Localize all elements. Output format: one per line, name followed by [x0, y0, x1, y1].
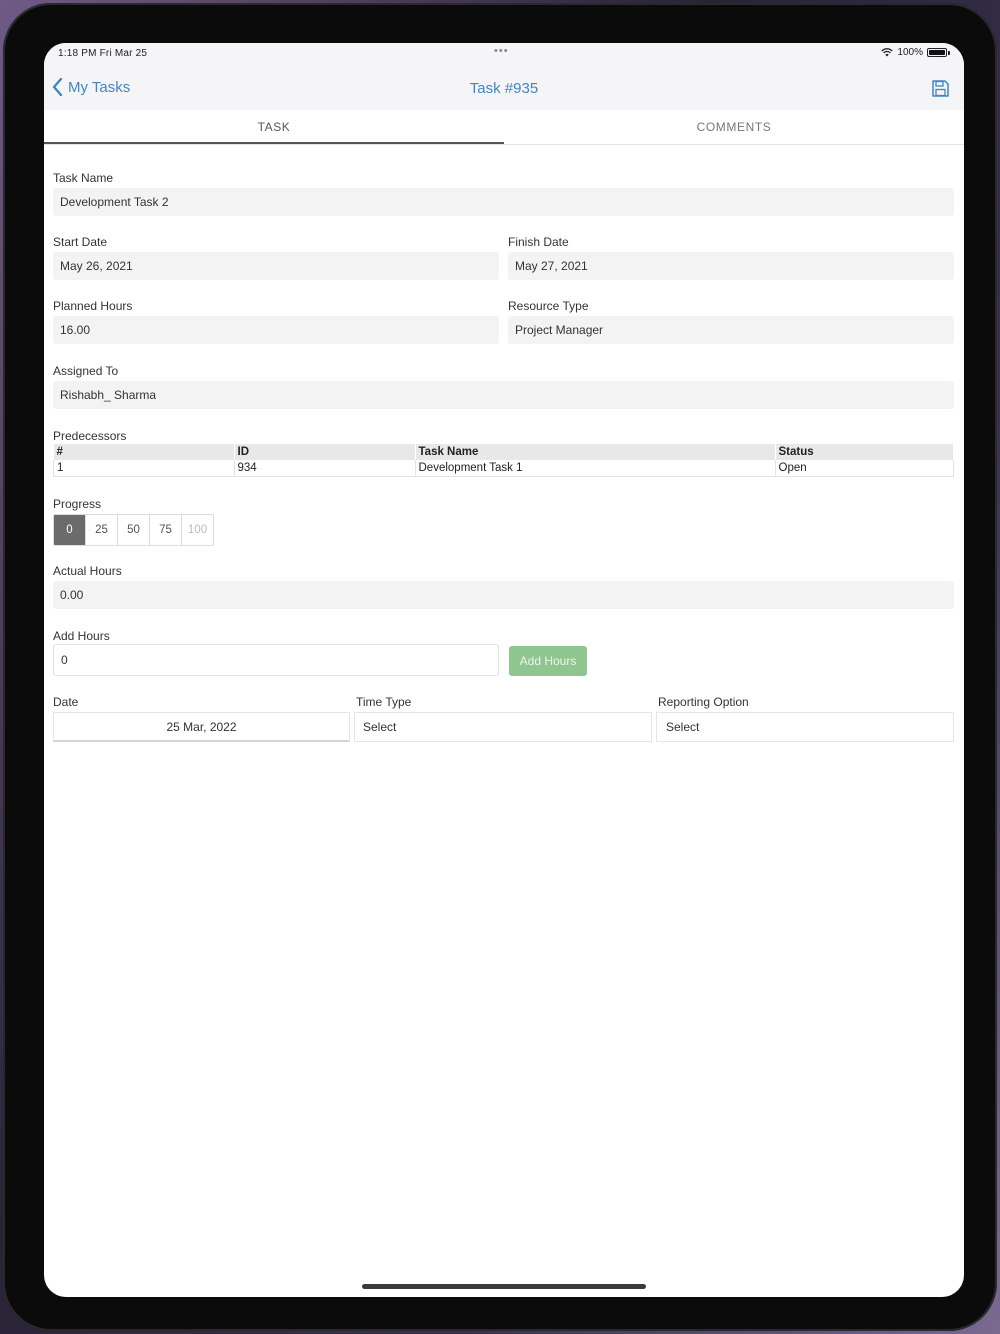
progress-option-100[interactable]: 100: [182, 515, 213, 545]
resource-type-label: Resource Type: [508, 299, 589, 313]
task-name-field[interactable]: Development Task 2: [53, 188, 954, 216]
actual-hours-field: 0.00: [53, 581, 954, 609]
cell-task-name: Development Task 1: [415, 460, 776, 477]
date-picker[interactable]: 25 Mar, 2022: [53, 712, 350, 742]
progress-label: Progress: [53, 497, 102, 511]
predecessors-label: Predecessors: [53, 429, 127, 443]
cell-id: 934: [234, 460, 416, 477]
column-header-task-name: Task Name: [415, 444, 776, 460]
start-date-field[interactable]: May 26, 2021: [53, 252, 499, 280]
app-screen: 1:18 PM Fri Mar 25 ••• 100% My Tasks Tas…: [44, 43, 964, 1297]
top-bar: 1:18 PM Fri Mar 25 ••• 100% My Tasks Tas…: [44, 43, 964, 110]
save-icon: [932, 80, 949, 97]
column-header-status: Status: [775, 444, 954, 460]
assigned-to-label: Assigned To: [53, 364, 119, 378]
save-button[interactable]: [931, 79, 950, 103]
planned-hours-label: Planned Hours: [53, 299, 133, 313]
status-time: 1:18 PM Fri Mar 25: [58, 48, 148, 59]
home-indicator[interactable]: [362, 1284, 646, 1289]
battery-tip: [948, 50, 950, 55]
reporting-option-label: Reporting Option: [658, 695, 749, 709]
table-row[interactable]: 1 934 Development Task 1 Open: [53, 460, 954, 477]
time-type-select[interactable]: Select: [354, 712, 652, 742]
finish-date-label: Finish Date: [508, 235, 569, 249]
cell-status: Open: [775, 460, 954, 477]
multitasking-dots[interactable]: •••: [494, 45, 509, 57]
time-type-label: Time Type: [356, 695, 412, 709]
tab-task[interactable]: TASK: [44, 110, 504, 144]
reporting-option-select[interactable]: Select: [656, 712, 954, 742]
finish-date-field[interactable]: May 27, 2021: [508, 252, 954, 280]
progress-segmented-control: 0 25 50 75 100: [53, 514, 214, 546]
task-name-label: Task Name: [53, 171, 114, 185]
progress-option-25[interactable]: 25: [86, 515, 118, 545]
add-hours-label: Add Hours: [53, 629, 110, 643]
resource-type-field[interactable]: Project Manager: [508, 316, 954, 344]
tab-comments[interactable]: COMMENTS: [504, 110, 964, 144]
start-date-label: Start Date: [53, 235, 108, 249]
date-label: Date: [53, 695, 79, 709]
battery-percent: 100%: [897, 47, 923, 58]
predecessors-table: # ID Task Name Status 1 934 Development …: [53, 444, 954, 477]
progress-option-50[interactable]: 50: [118, 515, 150, 545]
device-bezel: 1:18 PM Fri Mar 25 ••• 100% My Tasks Tas…: [3, 3, 997, 1331]
planned-hours-field[interactable]: 16.00: [53, 316, 499, 344]
column-header-number: #: [53, 444, 235, 460]
actual-hours-label: Actual Hours: [53, 564, 122, 578]
table-header-row: # ID Task Name Status: [53, 444, 954, 460]
column-header-id: ID: [234, 444, 416, 460]
add-hours-input[interactable]: 0: [53, 644, 499, 676]
battery-icon: [927, 48, 947, 57]
tab-bar: TASK COMMENTS: [44, 110, 964, 145]
wifi-icon: [881, 48, 894, 57]
progress-option-75[interactable]: 75: [150, 515, 182, 545]
progress-option-0[interactable]: 0: [54, 515, 86, 545]
page-title: Task #935: [469, 80, 539, 97]
cell-number: 1: [53, 460, 235, 477]
add-hours-button[interactable]: Add Hours: [509, 646, 587, 676]
assigned-to-field[interactable]: Rishabh_ Sharma: [53, 381, 954, 409]
status-right: 100%: [881, 47, 950, 58]
